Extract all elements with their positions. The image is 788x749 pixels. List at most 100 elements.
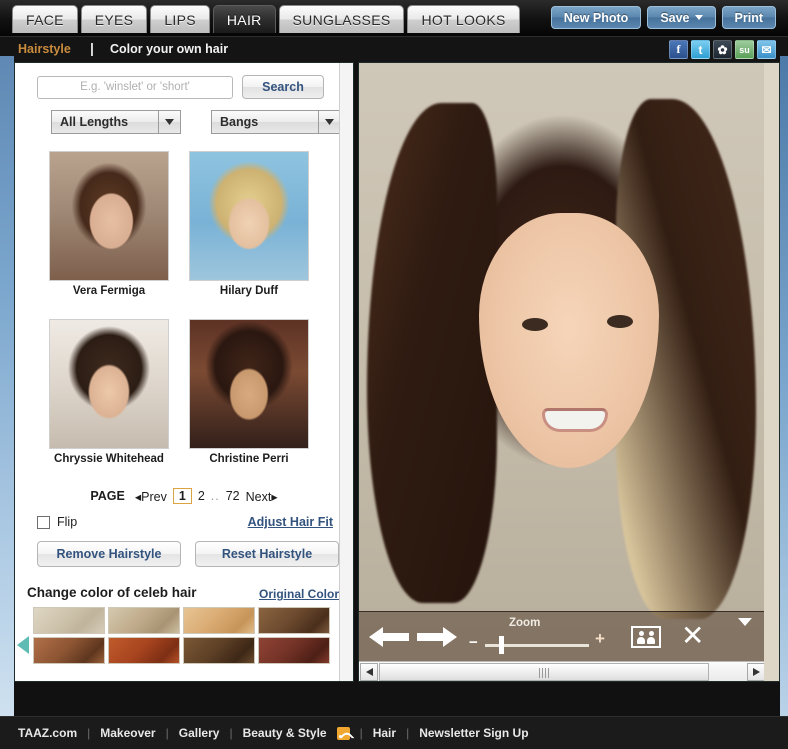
scroll-left-icon[interactable] [360, 662, 378, 681]
email-icon[interactable]: ✉ [757, 40, 776, 59]
tab-hot-looks[interactable]: HOT LOOKS [407, 5, 520, 33]
swatch-auburn[interactable] [33, 637, 105, 664]
top-action-buttons: New Photo Save Print [550, 6, 776, 29]
back-arrow-icon[interactable] [369, 626, 409, 648]
footer-link-hair[interactable]: Hair [373, 726, 396, 740]
search-input[interactable] [37, 75, 233, 99]
thumbnail-image [49, 151, 169, 281]
footer-link-beauty-style[interactable]: Beauty & Style [243, 726, 327, 740]
checkbox-box[interactable] [37, 515, 50, 529]
color-prev-arrow-icon[interactable] [17, 636, 29, 654]
bangs-select[interactable]: Bangs [211, 110, 341, 134]
scroll-right-icon[interactable] [747, 662, 765, 681]
collapse-toolbar-icon[interactable] [738, 618, 752, 626]
photo-horizontal-scrollbar[interactable] [359, 661, 766, 681]
hairstyle-thumb-christine-perri[interactable]: Christine Perri [189, 319, 309, 465]
twitter-icon[interactable]: t [691, 40, 710, 59]
compare-faces-icon[interactable] [631, 626, 661, 648]
scrollbar-thumb[interactable] [379, 662, 709, 681]
pagination: PAGE ◂Prev 1 2 .. 72 Next▸ [15, 488, 353, 504]
footer-link-makeover[interactable]: Makeover [100, 726, 155, 740]
swatch-copper-red[interactable] [108, 637, 180, 664]
footer-link-taaz[interactable]: TAAZ.com [18, 726, 77, 740]
hairstyle-thumb-chryssie-whitehead[interactable]: Chryssie Whitehead [49, 319, 169, 465]
stumbleupon-icon[interactable]: su [735, 40, 754, 59]
flip-checkbox[interactable]: Flip [37, 515, 77, 529]
scrollbar-grip [539, 667, 549, 678]
facebook-icon[interactable]: f [669, 40, 688, 59]
save-button[interactable]: Save [647, 6, 716, 29]
new-photo-button[interactable]: New Photo [550, 6, 642, 29]
pagination-next[interactable]: Next▸ [246, 489, 278, 504]
site-footer: TAAZ.com | Makeover | Gallery | Beauty &… [0, 716, 788, 749]
swatch-ash-blonde[interactable] [108, 607, 180, 634]
pagination-last-page[interactable]: 72 [226, 489, 240, 503]
swatch-dark-brown[interactable] [258, 607, 330, 634]
breadcrumb-hairstyle[interactable]: Hairstyle [18, 42, 71, 56]
search-button[interactable]: Search [242, 75, 324, 99]
reset-hairstyle-button[interactable]: Reset Hairstyle [195, 541, 339, 567]
tab-hair[interactable]: HAIR [212, 5, 276, 33]
footer-link-newsletter[interactable]: Newsletter Sign Up [419, 726, 528, 740]
myspace-icon[interactable]: ✿ [713, 40, 732, 59]
swatch-dark-red[interactable] [258, 637, 330, 664]
swatch-platinum-blonde[interactable] [33, 607, 105, 634]
tab-lips[interactable]: LIPS [150, 5, 210, 33]
chevron-down-icon [318, 111, 340, 133]
close-icon[interactable]: ✕ [681, 622, 704, 650]
length-select[interactable]: All Lengths [51, 110, 181, 134]
length-select-value: All Lengths [60, 115, 129, 129]
zoom-slider-handle[interactable] [499, 636, 504, 654]
scrollbar-track[interactable] [379, 662, 746, 681]
tab-sunglasses[interactable]: SUNGLASSES [278, 5, 405, 33]
print-label: Print [734, 10, 763, 25]
rss-icon[interactable] [336, 726, 350, 740]
footer-separator: | [165, 726, 169, 740]
tab-face[interactable]: FACE [12, 5, 78, 33]
tab-hair-label: HAIR [226, 11, 262, 28]
footer-separator: | [406, 726, 410, 740]
footer-link-gallery[interactable]: Gallery [179, 726, 220, 740]
person-glyph [637, 631, 645, 644]
tab-eyes[interactable]: EYES [80, 5, 148, 33]
user-photo[interactable] [359, 63, 766, 663]
person-glyph [647, 631, 655, 644]
hairstyle-thumb-hilary-duff[interactable]: Hilary Duff [189, 151, 309, 297]
adjust-hair-fit-link[interactable]: Adjust Hair Fit [248, 515, 333, 529]
swatch-medium-brown[interactable] [183, 637, 255, 664]
remove-hairstyle-label: Remove Hairstyle [56, 547, 162, 561]
sub-toolbar: Hairstyle | Color your own hair f t ✿ su… [0, 36, 788, 62]
pagination-page-1[interactable]: 1 [172, 488, 192, 504]
hairstyle-thumb-vera-fermiga[interactable]: Vera Fermiga [49, 151, 169, 297]
reset-hairstyle-label: Reset Hairstyle [221, 547, 313, 561]
footer-separator: | [359, 726, 363, 740]
zoom-out-button[interactable]: − [469, 635, 478, 650]
main-tab-bar: FACE EYES LIPS HAIR SUNGLASSES HOT LOOKS [12, 5, 520, 33]
tab-face-label: FACE [26, 11, 64, 28]
forward-arrow-icon[interactable] [417, 626, 457, 648]
pagination-prev[interactable]: ◂Prev [135, 489, 167, 504]
original-color-link[interactable]: Original Color [259, 587, 339, 601]
options-row: Flip Adjust Hair Fit [37, 515, 333, 529]
mouth [542, 408, 608, 432]
right-edge-strip [780, 56, 788, 716]
bangs-select-value: Bangs [220, 115, 259, 129]
top-toolbar: FACE EYES LIPS HAIR SUNGLASSES HOT LOOKS… [0, 0, 788, 36]
filter-row: All Lengths Bangs [51, 110, 341, 134]
left-panel-scrollbar[interactable] [339, 63, 353, 681]
social-share-bar: f t ✿ su ✉ [669, 40, 776, 59]
hairstyle-action-buttons: Remove Hairstyle Reset Hairstyle [37, 541, 339, 567]
zoom-in-button[interactable]: + [595, 630, 605, 647]
remove-hairstyle-button[interactable]: Remove Hairstyle [37, 541, 181, 567]
pagination-ellipsis: .. [210, 489, 220, 503]
footer-separator: | [229, 726, 233, 740]
swatch-golden-blonde[interactable] [183, 607, 255, 634]
main-content: Search All Lengths Bangs [14, 62, 780, 716]
chevron-down-icon [158, 111, 180, 133]
hair-color-section: Change color of celeb hair Original Colo… [15, 581, 353, 681]
thumbnail-caption: Hilary Duff [219, 285, 279, 297]
pagination-page-2[interactable]: 2 [198, 489, 205, 503]
hair-left-region [367, 103, 497, 603]
print-button[interactable]: Print [721, 6, 776, 29]
hair-color-swatches [33, 607, 335, 664]
